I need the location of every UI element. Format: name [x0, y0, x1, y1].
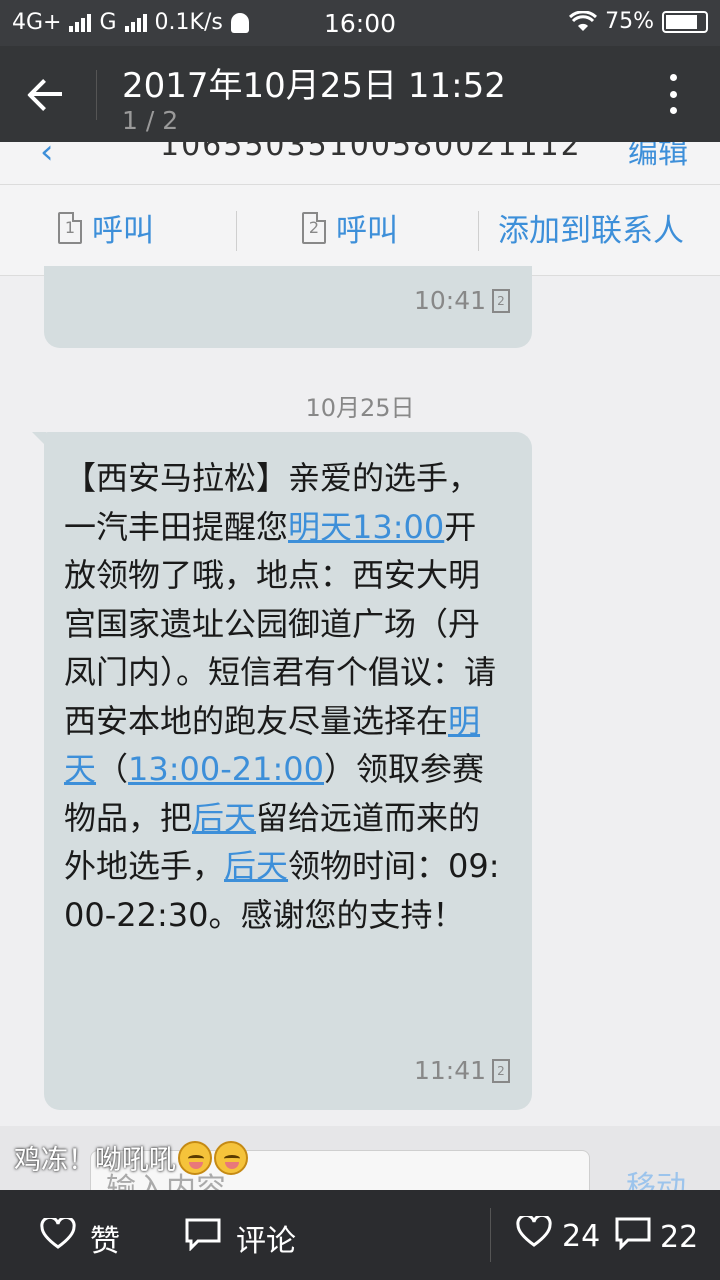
hug-emoji-icon	[178, 1140, 212, 1175]
page-counter: 1 / 2	[122, 106, 179, 135]
message-bubble[interactable]: 【西安马拉松】亲爱的选手，一汽丰田提醒您明天13:00开放领物了哦，地点：西安大…	[32, 432, 532, 1110]
conversation: 10:41 2 10月25日 【西安马拉松】亲爱的选手，一汽丰田提醒您明天13:…	[0, 266, 720, 1126]
post-caption: 鸡冻！呦吼吼	[14, 1138, 248, 1177]
sim-icon: 2	[492, 1058, 510, 1083]
like-count-button[interactable]: 24	[516, 1213, 601, 1256]
call-sim2-label: 呼叫	[336, 213, 398, 249]
comment-count: 22	[660, 1219, 699, 1255]
message-bubble-previous[interactable]: 10:41 2	[44, 266, 532, 348]
divider	[478, 211, 479, 251]
add-contact-label: 添加到联系人	[498, 213, 684, 249]
timestamp-text: 11:41	[413, 1056, 486, 1085]
comment-icon	[614, 1216, 652, 1258]
sms-header: ‹ 10655035100580021112 编辑	[0, 142, 720, 184]
title-bar: 2017年10月25日 11:52 1 / 2	[0, 46, 720, 142]
wifi-icon	[569, 10, 598, 31]
comment-count-button[interactable]: 22	[614, 1216, 698, 1258]
message-text-segment: （	[96, 750, 129, 788]
sim2-icon: 2	[302, 211, 326, 244]
more-vertical-icon[interactable]	[670, 74, 678, 114]
call-sim1-button[interactable]: 1 呼叫	[58, 205, 154, 250]
back-arrow-icon[interactable]	[24, 74, 74, 114]
add-contact-button[interactable]: 添加到联系人	[498, 205, 684, 250]
like-button[interactable]: 赞	[40, 1215, 120, 1260]
timestamp-text: 10:41	[413, 286, 486, 315]
hug-emoji-icon	[214, 1140, 248, 1175]
chevron-left-icon[interactable]: ‹	[40, 142, 54, 172]
page-title: 2017年10月25日 11:52	[122, 66, 506, 106]
title-divider	[96, 70, 97, 120]
heart-icon	[40, 1215, 76, 1258]
move-button[interactable]: 移动	[626, 1162, 686, 1190]
message-link[interactable]: 13:00-21:00	[128, 750, 324, 788]
status-bar: 4G+ G 0.1K/s 16:00 75%	[0, 0, 720, 46]
battery-percent: 75%	[605, 9, 654, 34]
comment-button[interactable]: 评论	[184, 1216, 296, 1260]
battery-icon	[662, 10, 708, 33]
message-link[interactable]: 后天	[224, 847, 288, 885]
call-sim1-label: 呼叫	[92, 213, 154, 249]
sender-number: 10655035100580021112	[160, 142, 582, 163]
edit-button[interactable]: 编辑	[628, 142, 688, 172]
message-text: 【西安马拉松】亲爱的选手，一汽丰田提醒您明天13:00开放领物了哦，地点：西安大…	[64, 454, 504, 939]
date-separator: 10月25日	[305, 394, 415, 422]
sim-icon: 2	[492, 288, 510, 313]
comment-label: 评论	[236, 1224, 296, 1259]
divider	[236, 211, 237, 251]
message-timestamp: 10:41 2	[414, 286, 510, 315]
message-link[interactable]: 后天	[192, 799, 256, 837]
call-sim2-button[interactable]: 2 呼叫	[302, 205, 398, 250]
caption-text: 鸡冻！呦吼吼	[14, 1145, 176, 1176]
like-label: 赞	[90, 1224, 120, 1259]
message-link[interactable]: 明天13:00	[288, 508, 444, 546]
footer-divider	[490, 1208, 491, 1262]
comment-icon	[184, 1217, 222, 1259]
social-footer: 赞 评论 24 22	[0, 1190, 720, 1280]
sms-actions: 1 呼叫 2 呼叫 添加到联系人	[0, 184, 720, 276]
message-timestamp: 11:41 2	[414, 1056, 510, 1085]
like-count: 24	[562, 1218, 601, 1254]
heart-icon	[516, 1213, 552, 1256]
status-right: 75%	[569, 9, 708, 34]
sim1-icon: 1	[58, 211, 82, 244]
